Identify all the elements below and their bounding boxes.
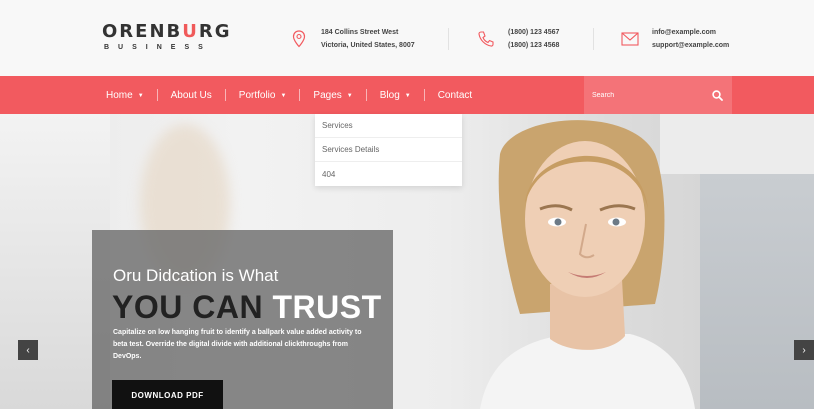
dropdown-item-404[interactable]: 404 (315, 162, 462, 186)
background-image (700, 174, 814, 409)
download-pdf-button[interactable]: DOWNLOAD PDF (112, 380, 223, 409)
nav-item-portfolio[interactable]: Portfolio ▼ (239, 90, 287, 101)
dropdown-item-services[interactable]: Services (315, 114, 462, 138)
phone-line1: (1800) 123 4567 (508, 29, 560, 36)
header-divider (448, 28, 449, 50)
logo[interactable]: ORENBURG BUSINESS (102, 21, 232, 52)
nav-item-contact[interactable]: Contact (438, 90, 472, 101)
nav-label: Contact (437, 89, 473, 101)
phone-block: (1800) 123 4567 (1800) 123 4568 (474, 26, 559, 52)
envelope-icon (618, 27, 642, 51)
nav-label: Blog (379, 89, 400, 101)
slider-next-button[interactable]: › (794, 340, 814, 360)
nav-item-home[interactable]: Home ▼ (106, 90, 144, 101)
map-pin-icon (287, 27, 311, 51)
nav-item-about[interactable]: About Us (171, 90, 212, 101)
address-line1: 184 Collins Street West (321, 29, 399, 36)
nav-label: Pages (313, 89, 342, 101)
nav-item-blog[interactable]: Blog ▼ (380, 90, 411, 101)
nav-divider (299, 89, 301, 101)
nav-divider (224, 89, 226, 101)
address-block: 184 Collins Street West Victoria, United… (287, 26, 415, 52)
main-navbar: Home ▼ About Us Portfolio ▼ Pages ▼ Blog… (0, 76, 814, 114)
nav-divider (423, 89, 425, 101)
nav-label: Home (106, 89, 133, 101)
chevron-down-icon: ▼ (404, 92, 411, 99)
hero-description: Capitalize on low hanging fruit to ident… (113, 329, 362, 360)
nav-item-pages[interactable]: Pages ▼ (313, 90, 352, 101)
hero-title: YOU CAN TRUST (112, 289, 382, 325)
nav-divider (365, 89, 367, 101)
email-line2[interactable]: support@example.com (652, 39, 729, 52)
hero-subtitle: Oru Didcation is What (113, 266, 279, 285)
chevron-down-icon: ▼ (137, 92, 144, 99)
logo-tagline: BUSINESS (104, 44, 212, 51)
top-header: ORENBURG BUSINESS 184 Collins Street Wes… (0, 0, 814, 76)
phone-line2: (1800) 123 4568 (508, 42, 560, 49)
logo-wordmark: ORENBURG (102, 21, 232, 42)
hero-portrait (480, 120, 695, 409)
search-button[interactable] (702, 76, 732, 114)
dropdown-item-services-details[interactable]: Services Details (315, 138, 462, 162)
nav-divider (156, 89, 158, 101)
header-divider (593, 28, 594, 50)
pages-dropdown-menu: Services Services Details 404 (315, 114, 462, 186)
search-icon (711, 89, 723, 101)
main-menu: Home ▼ About Us Portfolio ▼ Pages ▼ Blog… (106, 76, 472, 114)
chevron-down-icon: ▼ (280, 92, 287, 99)
search-input[interactable] (584, 91, 702, 99)
chevron-down-icon: ▼ (346, 92, 353, 99)
search-box (584, 76, 732, 114)
nav-label: About Us (170, 89, 212, 101)
address-line2: Victoria, United States, 8007 (321, 42, 415, 49)
phone-icon (474, 27, 498, 51)
email-line1[interactable]: info@example.com (652, 26, 729, 39)
email-block: info@example.com support@example.com (618, 26, 729, 52)
slider-prev-button[interactable]: ‹ (18, 340, 38, 360)
nav-label: Portfolio (238, 89, 276, 101)
hero-caption: Oru Didcation is What YOU CAN TRUST Capi… (92, 230, 393, 409)
